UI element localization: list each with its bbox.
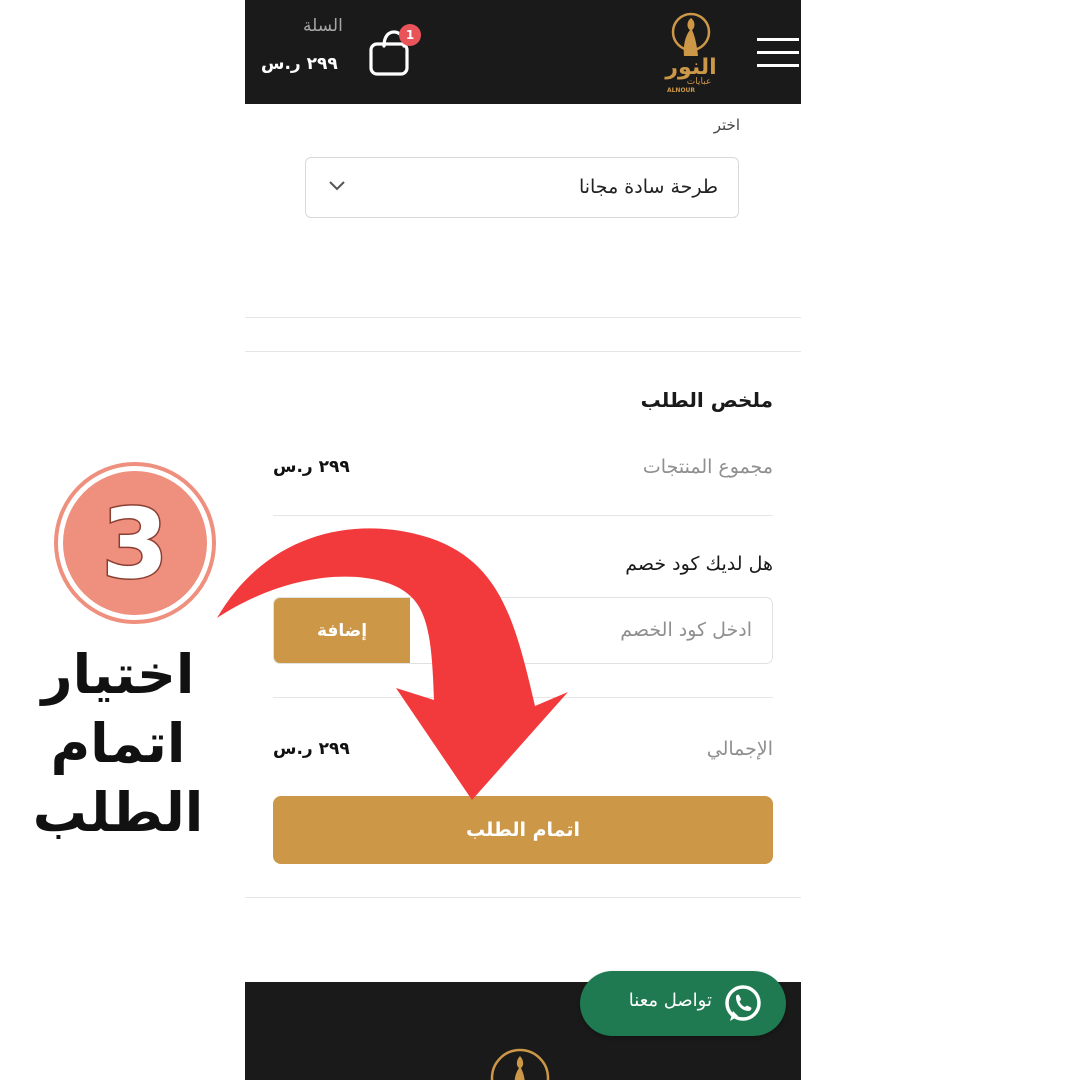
gift-select[interactable]: طرحة سادة مجانا bbox=[305, 157, 739, 218]
cart-title: السلة bbox=[303, 16, 343, 36]
subtotal-value: ٢٩٩ ر.س bbox=[273, 457, 350, 477]
apply-coupon-button[interactable]: إضافة bbox=[274, 598, 410, 663]
brand-latin: ALNOUR bbox=[667, 87, 695, 94]
brand-sub: عبايات bbox=[687, 77, 712, 87]
top-header: النور عبايات ALNOUR 1 السلة ٢٩٩ ر.س bbox=[245, 0, 801, 104]
subtotal-label: مجموع المنتجات bbox=[642, 456, 773, 478]
footer-logo bbox=[490, 1048, 550, 1080]
chevron-down-icon bbox=[329, 181, 345, 191]
section-divider bbox=[245, 351, 801, 352]
phone-screen: النور عبايات ALNOUR 1 السلة ٢٩٩ ر.س اختر… bbox=[245, 0, 801, 1080]
step-caption: اختيار اتمام الطلب bbox=[18, 640, 218, 847]
cart-total: ٢٩٩ ر.س bbox=[261, 54, 338, 74]
order-summary-title: ملخص الطلب bbox=[640, 388, 773, 412]
row-divider bbox=[273, 697, 773, 698]
coupon-input[interactable] bbox=[410, 598, 772, 662]
whatsapp-contact-button[interactable]: تواصل معنا bbox=[580, 971, 786, 1036]
menu-icon[interactable] bbox=[757, 38, 799, 68]
section-divider bbox=[245, 317, 801, 318]
step-caption-line: اختيار bbox=[41, 643, 195, 706]
cart-count-badge: 1 bbox=[399, 24, 421, 46]
total-label: الإجمالي bbox=[706, 738, 773, 760]
step-caption-line: اتمام bbox=[50, 712, 186, 776]
whatsapp-icon bbox=[725, 985, 761, 1021]
brand-logo[interactable]: النور عبايات ALNOUR bbox=[646, 8, 736, 94]
section-divider bbox=[245, 897, 801, 898]
coupon-field: إضافة bbox=[273, 597, 773, 664]
select-label: اختر bbox=[713, 116, 740, 134]
checkout-button[interactable]: اتمام الطلب bbox=[273, 796, 773, 864]
step-number: 3 bbox=[102, 488, 169, 600]
total-value: ٢٩٩ ر.س bbox=[273, 739, 350, 759]
row-divider bbox=[273, 515, 773, 516]
step-number-badge: 3 bbox=[54, 462, 216, 624]
step-caption-line: الطلب bbox=[32, 781, 204, 845]
coupon-question: هل لديك كود خصم bbox=[625, 553, 773, 575]
select-value: طرحة سادة مجانا bbox=[578, 176, 718, 198]
whatsapp-label: تواصل معنا bbox=[628, 990, 712, 1011]
